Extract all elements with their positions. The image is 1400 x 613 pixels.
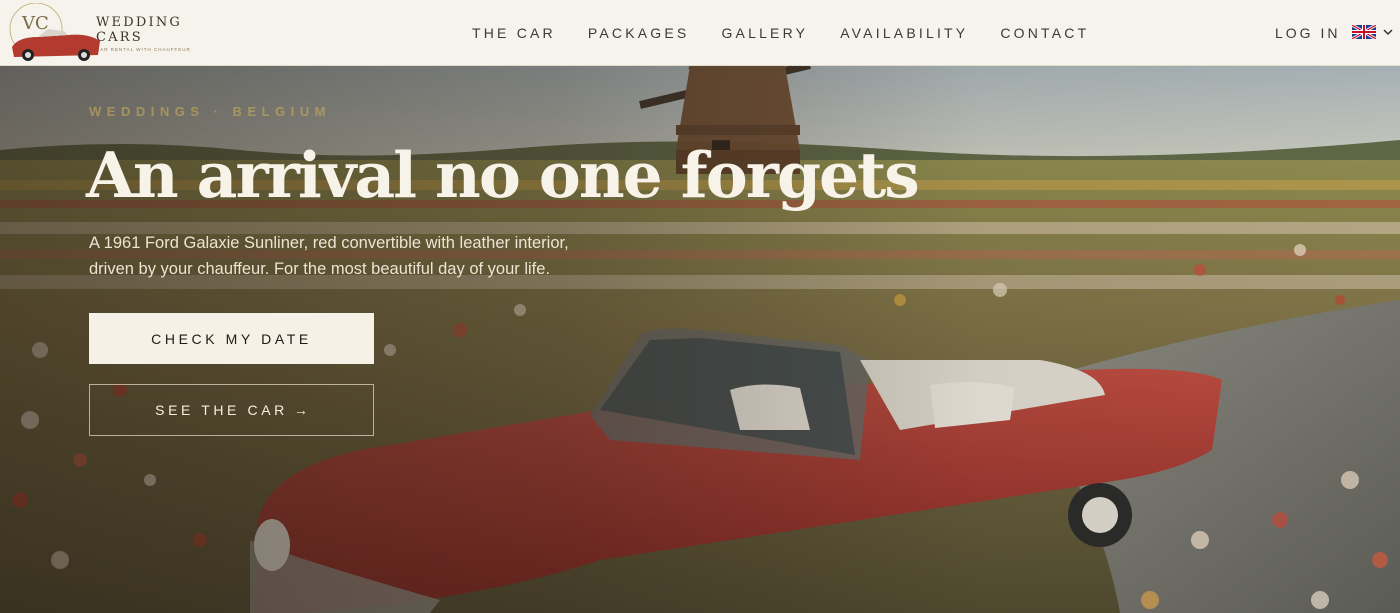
- login-link[interactable]: LOG IN: [1275, 0, 1340, 66]
- hero-lead-line-1: A 1961 Ford Galaxie Sunliner, red conver…: [89, 234, 569, 252]
- check-my-date-button[interactable]: CHECK MY DATE: [89, 313, 374, 364]
- hero-section: [0, 0, 1400, 613]
- logo-title: WEDDING CARS: [96, 14, 182, 45]
- site-header: VC WEDDING CARS CAR RENTAL WITH CHAUFFEU…: [0, 0, 1400, 66]
- hero-lead-line-2: driven by your chauffeur. For the most b…: [89, 260, 551, 278]
- logo-badge: VC: [8, 2, 104, 63]
- nav-gallery[interactable]: GALLERY: [721, 25, 808, 41]
- logo-subtitle: CAR RENTAL WITH CHAUFFEUR: [96, 46, 191, 52]
- nav-availability[interactable]: AVAILABILITY: [840, 25, 968, 41]
- nav-packages[interactable]: PACKAGES: [588, 25, 690, 41]
- nav-the-car[interactable]: THE CAR: [472, 25, 556, 41]
- see-the-car-button[interactable]: SEE THE CAR →: [89, 384, 374, 436]
- see-the-car-label: SEE THE CAR: [155, 402, 288, 418]
- hero-overlay: [0, 0, 1400, 613]
- hero-lead: A 1961 Ford Galaxie Sunliner, red conver…: [89, 230, 609, 282]
- site-logo[interactable]: VC WEDDING CARS CAR RENTAL WITH CHAUFFEU…: [8, 2, 223, 64]
- hero-headline: An arrival no one forgets: [86, 138, 920, 212]
- nav-contact[interactable]: CONTACT: [1000, 25, 1089, 41]
- main-nav: THE CAR PACKAGES GALLERY AVAILABILITY CO…: [456, 0, 1105, 66]
- uk-flag-icon: [1352, 25, 1376, 39]
- arrow-right-icon: →: [293, 402, 308, 418]
- language-selector[interactable]: [1352, 25, 1394, 39]
- hero-eyebrow: WEDDINGS · BELGIUM: [89, 104, 331, 119]
- logo-monogram: VC: [21, 13, 49, 34]
- chevron-down-icon: [1383, 29, 1393, 36]
